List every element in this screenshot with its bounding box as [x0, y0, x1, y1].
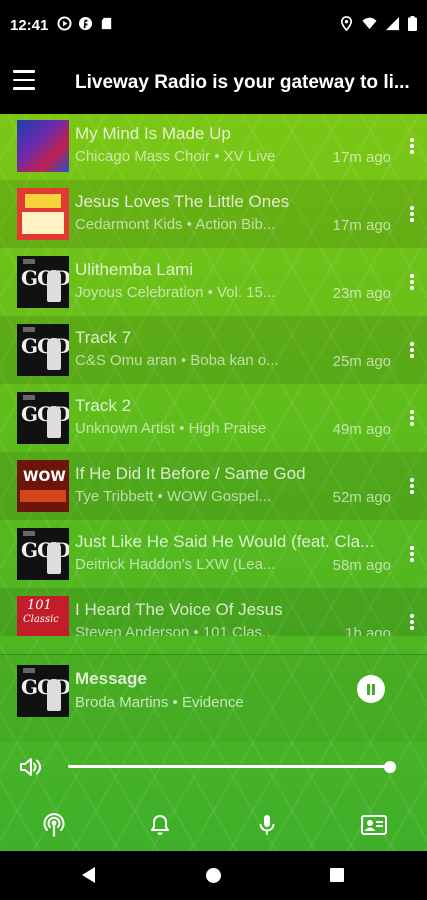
history-list-item[interactable]: 101 Classic I Heard The Voice Of Jesus Stev…: [0, 588, 427, 636]
play-circle-icon: [57, 16, 72, 31]
now-playing-album-art: GOD: [17, 665, 69, 717]
more-options-icon[interactable]: [409, 342, 415, 360]
more-options-icon[interactable]: [409, 206, 415, 224]
now-playing-bar[interactable]: GOD Message Broda Martins • Evidence: [0, 654, 427, 742]
signal-icon: [385, 16, 400, 31]
home-icon[interactable]: [206, 868, 221, 883]
history-list-item[interactable]: GOD Just Like He Said He Would (feat. Cla…: [0, 520, 427, 588]
album-art: GOD: [17, 392, 69, 444]
track-subtitle: Chicago Mass Choir • XV Live: [75, 148, 276, 165]
album-art: GOD: [17, 256, 69, 308]
track-subtitle: Joyous Celebration • Vol. 15...: [75, 284, 276, 301]
history-list-item[interactable]: Jesus Loves The Little Ones Cedarmont Kid…: [0, 180, 427, 248]
track-title: Track 2: [75, 396, 132, 415]
battery-icon: [408, 16, 417, 31]
bell-icon: [151, 815, 169, 835]
track-subtitle: Deitrick Haddon's LXW (Lea...: [75, 556, 276, 573]
status-bar: 12:41: [0, 0, 427, 52]
track-timestamp: 49m ago: [332, 421, 391, 438]
volume-slider-thumb[interactable]: [384, 760, 396, 773]
pause-button[interactable]: [357, 675, 385, 703]
app-header: Liveway Radio is your gateway to li...: [0, 52, 427, 114]
history-list-item[interactable]: WOW If He Did It Before / Same God Tye Tri…: [0, 452, 427, 520]
tab-contact[interactable]: [359, 810, 389, 840]
more-options-icon[interactable]: [409, 478, 415, 496]
wifi-icon: [362, 17, 377, 30]
more-options-icon[interactable]: [409, 410, 415, 428]
history-list[interactable]: My Mind Is Made Up Chicago Mass Choir • X…: [0, 114, 427, 636]
track-subtitle: Steven Anderson • 101 Clas...: [75, 624, 275, 636]
album-art: 101 Classic: [17, 596, 69, 636]
track-subtitle: Unknown Artist • High Praise: [75, 420, 267, 437]
album-art: [17, 120, 69, 172]
track-subtitle: Tye Tribbett • WOW Gospel...: [75, 488, 272, 505]
track-timestamp: 1h ago: [345, 625, 391, 636]
track-title: I Heard The Voice Of Jesus: [75, 600, 283, 619]
track-title: Jesus Loves The Little Ones: [75, 192, 290, 211]
track-timestamp: 17m ago: [332, 149, 391, 166]
contact-card-icon: [361, 815, 387, 835]
tab-notifications[interactable]: [145, 810, 175, 840]
history-list-item[interactable]: GOD Track 2 Unknown Artist • High Praise 49…: [0, 384, 427, 452]
tab-podcasts[interactable]: [252, 810, 282, 840]
hamburger-menu-icon[interactable]: [13, 70, 35, 92]
track-subtitle: C&S Omu aran • Boba kan o...: [75, 352, 279, 369]
album-art: GOD: [17, 324, 69, 376]
now-playing-title: Message: [75, 669, 147, 688]
page-title: Liveway Radio is your gateway to li...: [75, 72, 410, 93]
track-timestamp: 25m ago: [332, 353, 391, 370]
album-art: WOW: [17, 460, 69, 512]
recent-apps-icon[interactable]: [330, 868, 344, 882]
track-title: Ulithemba Lami: [75, 260, 194, 279]
main-content: My Mind Is Made Up Chicago Mass Choir • X…: [0, 114, 427, 851]
history-list-item[interactable]: My Mind Is Made Up Chicago Mass Choir • X…: [0, 114, 427, 180]
volume-control: [0, 742, 427, 792]
track-subtitle: Cedarmont Kids • Action Bib...: [75, 216, 276, 233]
app-notification-icon: [78, 16, 93, 31]
track-title: If He Did It Before / Same God: [75, 464, 306, 483]
track-title: My Mind Is Made Up: [75, 124, 231, 143]
more-options-icon[interactable]: [409, 614, 415, 632]
sd-card-icon: [101, 17, 112, 30]
album-art: GOD: [17, 528, 69, 580]
back-icon[interactable]: [82, 867, 95, 883]
speaker-volume-icon[interactable]: [19, 756, 45, 778]
tab-live[interactable]: [39, 810, 69, 840]
track-title: Track 7: [75, 328, 132, 347]
system-nav-bar: [0, 851, 427, 900]
track-title: Just Like He Said He Would (feat. Cla...: [75, 532, 375, 551]
more-options-icon[interactable]: [409, 546, 415, 564]
bottom-tabs: [0, 802, 427, 848]
now-playing-subtitle: Broda Martins • Evidence: [75, 694, 244, 711]
history-list-item[interactable]: GOD Track 7 C&S Omu aran • Boba kan o... 25…: [0, 316, 427, 384]
history-list-item[interactable]: GOD Ulithemba Lami Joyous Celebration • Vo…: [0, 248, 427, 316]
location-icon: [340, 16, 353, 31]
track-timestamp: 23m ago: [332, 285, 391, 302]
track-timestamp: 52m ago: [332, 489, 391, 506]
track-timestamp: 17m ago: [332, 217, 391, 234]
more-options-icon[interactable]: [409, 274, 415, 292]
radio-broadcast-icon: [43, 813, 65, 837]
more-options-icon[interactable]: [409, 138, 415, 156]
track-timestamp: 58m ago: [332, 557, 391, 574]
microphone-icon: [259, 815, 275, 835]
status-time: 12:41: [10, 17, 49, 34]
volume-slider[interactable]: [68, 760, 396, 773]
album-art: [17, 188, 69, 240]
